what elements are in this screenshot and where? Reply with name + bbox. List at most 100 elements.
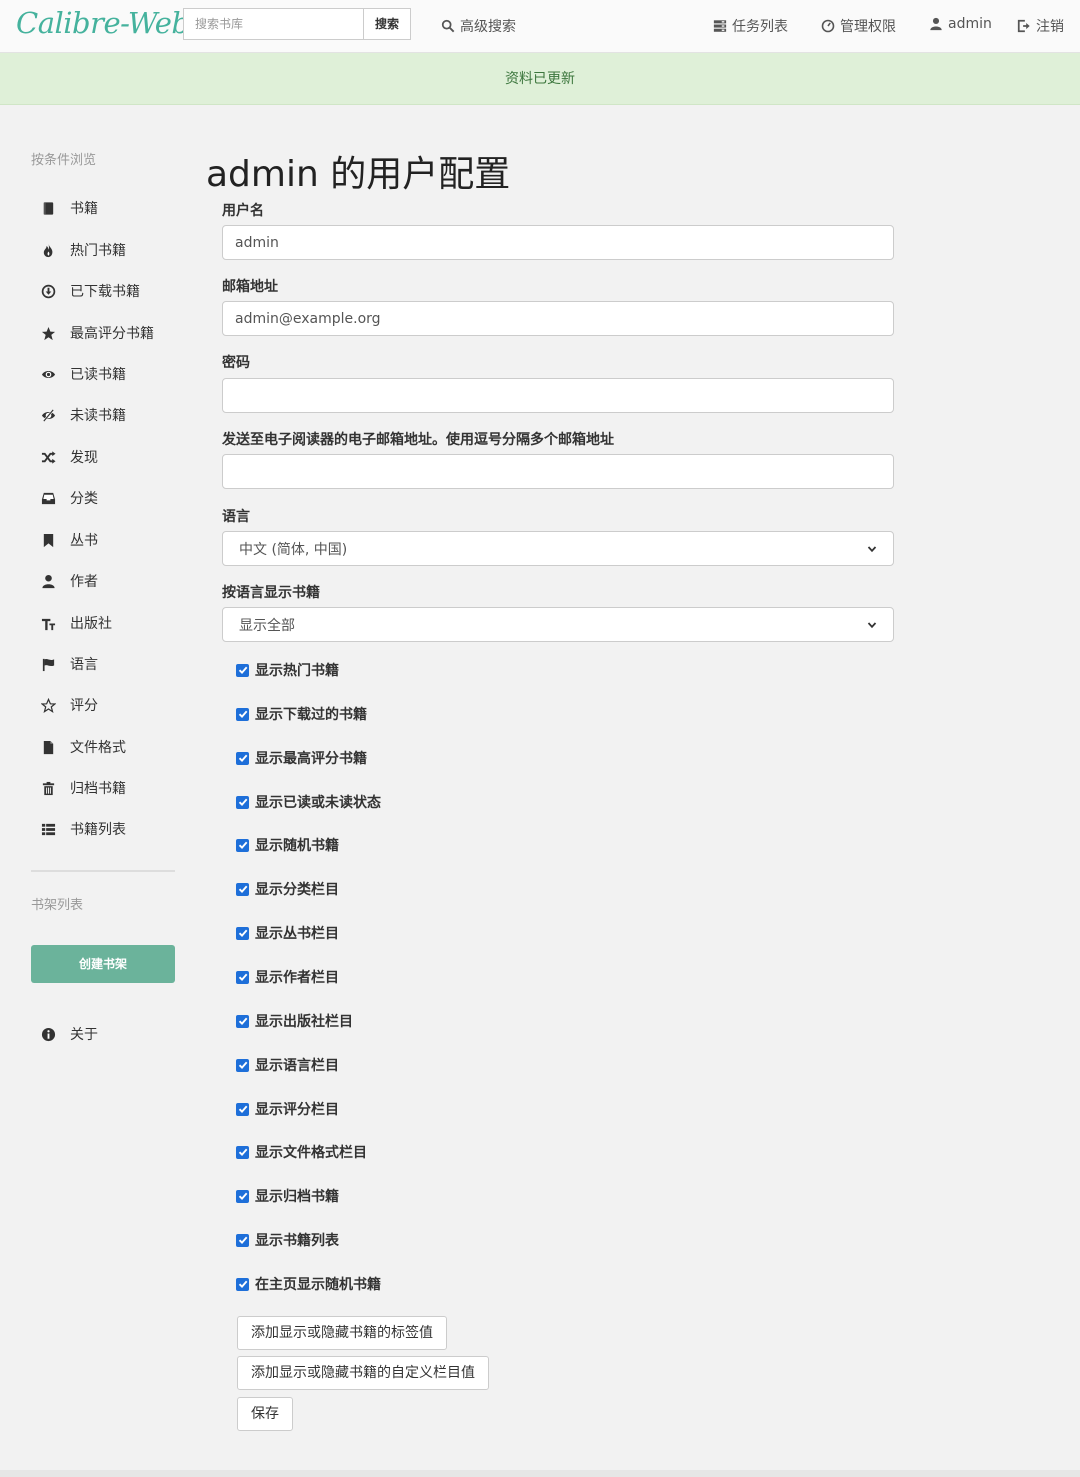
sidebar-item-read[interactable]: 已读书籍 [40, 363, 126, 385]
tasks-link[interactable]: 任务列表 [713, 16, 788, 36]
checkmark-icon [238, 710, 247, 718]
show-option-checkbox-row[interactable]: 显示丛书栏目 [236, 923, 339, 943]
info-icon [40, 1026, 56, 1042]
checkbox[interactable] [236, 1233, 249, 1247]
checkbox[interactable] [236, 838, 249, 852]
checkbox[interactable] [236, 663, 249, 677]
download-icon [40, 283, 56, 299]
sidebar-item-label: 书籍 [70, 201, 98, 217]
kindle-email-label: 发送至电子阅读器的电子邮箱地址。使用逗号分隔多个邮箱地址 [222, 432, 614, 448]
sidebar-item-authors[interactable]: 作者 [40, 570, 98, 592]
username-field[interactable] [222, 225, 894, 260]
username-label: 用户名 [222, 203, 264, 219]
th-list-icon [40, 821, 56, 837]
advanced-search-link[interactable]: 高级搜索 [441, 16, 516, 36]
sidebar-item-label: 作者 [70, 574, 98, 590]
admin-panel-link[interactable]: 管理权限 [821, 16, 896, 36]
show-option-checkbox-row[interactable]: 显示语言栏目 [236, 1055, 339, 1075]
sidebar-item-hot[interactable]: 热门书籍 [40, 239, 126, 261]
sidebar-item-book-list[interactable]: 书籍列表 [40, 818, 126, 840]
sidebar-item-label: 书籍列表 [70, 822, 126, 838]
checkbox-label: 显示评分栏目 [255, 1102, 339, 1118]
sidebar-item-ratings[interactable]: 评分 [40, 694, 98, 716]
star-icon [40, 325, 56, 341]
add-custom-column-button[interactable]: 添加显示或隐藏书籍的自定义栏目值 [237, 1356, 489, 1390]
sidebar-item-label: 文件格式 [70, 740, 126, 756]
star-empty-icon [40, 697, 56, 713]
add-tags-button[interactable]: 添加显示或隐藏书籍的标签值 [237, 1316, 447, 1350]
checkbox[interactable] [236, 707, 249, 721]
show-option-checkbox-row[interactable]: 显示出版社栏目 [236, 1011, 353, 1031]
sidebar-item-unread[interactable]: 未读书籍 [40, 404, 126, 426]
checkbox[interactable] [236, 795, 249, 809]
sidebar-item-archived[interactable]: 归档书籍 [40, 777, 126, 799]
checkbox[interactable] [236, 1058, 249, 1072]
sidebar-item-languages[interactable]: 语言 [40, 653, 98, 675]
sidebar-item-label: 热门书籍 [70, 243, 126, 259]
checkbox-label: 显示丛书栏目 [255, 926, 339, 942]
checkbox[interactable] [236, 1102, 249, 1116]
sidebar-item-books[interactable]: 书籍 [40, 197, 98, 219]
search-input[interactable] [183, 8, 364, 40]
logout-icon [1017, 19, 1030, 33]
user-profile-link[interactable]: admin [929, 16, 992, 32]
save-button[interactable]: 保存 [237, 1397, 293, 1431]
show-option-checkbox-row[interactable]: 显示评分栏目 [236, 1099, 339, 1119]
show-option-checkbox-row[interactable]: 显示热门书籍 [236, 660, 339, 680]
show-option-checkbox-row[interactable]: 显示已读或未读状态 [236, 792, 381, 812]
page-title: admin 的用户配置 [206, 154, 511, 195]
search-button[interactable]: 搜索 [363, 8, 411, 40]
checkbox-label: 显示分类栏目 [255, 882, 339, 898]
password-field[interactable] [222, 378, 894, 413]
sidebar-item-formats[interactable]: 文件格式 [40, 736, 126, 758]
show-option-checkbox-row[interactable]: 显示最高评分书籍 [236, 748, 367, 768]
sidebar-item-downloaded[interactable]: 已下载书籍 [40, 280, 140, 302]
sidebar-item-label: 丛书 [70, 533, 98, 549]
checkbox[interactable] [236, 1277, 249, 1291]
sidebar-item-about[interactable]: 关于 [40, 1023, 98, 1045]
checkbox[interactable] [236, 1145, 249, 1159]
checkbox-label: 显示已读或未读状态 [255, 795, 381, 811]
checkbox-label: 在主页显示随机书籍 [255, 1277, 381, 1293]
checkbox-label: 显示随机书籍 [255, 838, 339, 854]
sidebar-item-top-rated[interactable]: 最高评分书籍 [40, 322, 154, 344]
shelves-heading: 书架列表 [31, 898, 84, 913]
sidebar-item-categories[interactable]: 分类 [40, 487, 98, 509]
show-option-checkbox-row[interactable]: 显示书籍列表 [236, 1230, 339, 1250]
checkbox[interactable] [236, 1014, 249, 1028]
logout-link[interactable]: 注销 [1017, 16, 1064, 36]
sidebar-item-label: 归档书籍 [70, 781, 126, 797]
email-field[interactable] [222, 301, 894, 336]
show-option-checkbox-row[interactable]: 显示下载过的书籍 [236, 704, 367, 724]
show-option-checkbox-row[interactable]: 在主页显示随机书籍 [236, 1274, 381, 1294]
checkbox[interactable] [236, 970, 249, 984]
show-option-checkbox-row[interactable]: 显示分类栏目 [236, 879, 339, 899]
checkbox[interactable] [236, 751, 249, 765]
sidebar-item-discover[interactable]: 发现 [40, 446, 98, 468]
sidebar-item-label: 未读书籍 [70, 408, 126, 424]
show-option-checkbox-row[interactable]: 显示随机书籍 [236, 835, 339, 855]
sidebar-item-publishers[interactable]: 出版社 [40, 612, 112, 634]
file-icon [40, 739, 56, 755]
checkbox-label: 显示语言栏目 [255, 1058, 339, 1074]
book-language-label: 按语言显示书籍 [222, 585, 320, 601]
sidebar-item-label: 分类 [70, 491, 98, 507]
checkmark-icon [238, 929, 247, 937]
checkbox[interactable] [236, 1189, 249, 1203]
sidebar-divider [31, 870, 175, 872]
show-option-checkbox-row[interactable]: 显示文件格式栏目 [236, 1142, 367, 1162]
create-shelf-button[interactable]: 创建书架 [31, 945, 175, 983]
show-option-checkbox-row[interactable]: 显示作者栏目 [236, 967, 339, 987]
book-language-select[interactable]: 显示全部 [222, 607, 894, 642]
fire-icon [40, 242, 56, 258]
kindle-email-field[interactable] [222, 454, 894, 489]
sidebar-item-series[interactable]: 丛书 [40, 529, 98, 551]
checkbox[interactable] [236, 926, 249, 940]
checkbox-label: 显示出版社栏目 [255, 1014, 353, 1030]
checkbox[interactable] [236, 882, 249, 896]
text-size-icon [40, 615, 56, 631]
brand-logo[interactable]: Calibre-Web [16, 6, 190, 40]
checkbox-label: 显示最高评分书籍 [255, 751, 367, 767]
locale-select[interactable]: 中文 (简体, 中国) [222, 531, 894, 566]
show-option-checkbox-row[interactable]: 显示归档书籍 [236, 1186, 339, 1206]
